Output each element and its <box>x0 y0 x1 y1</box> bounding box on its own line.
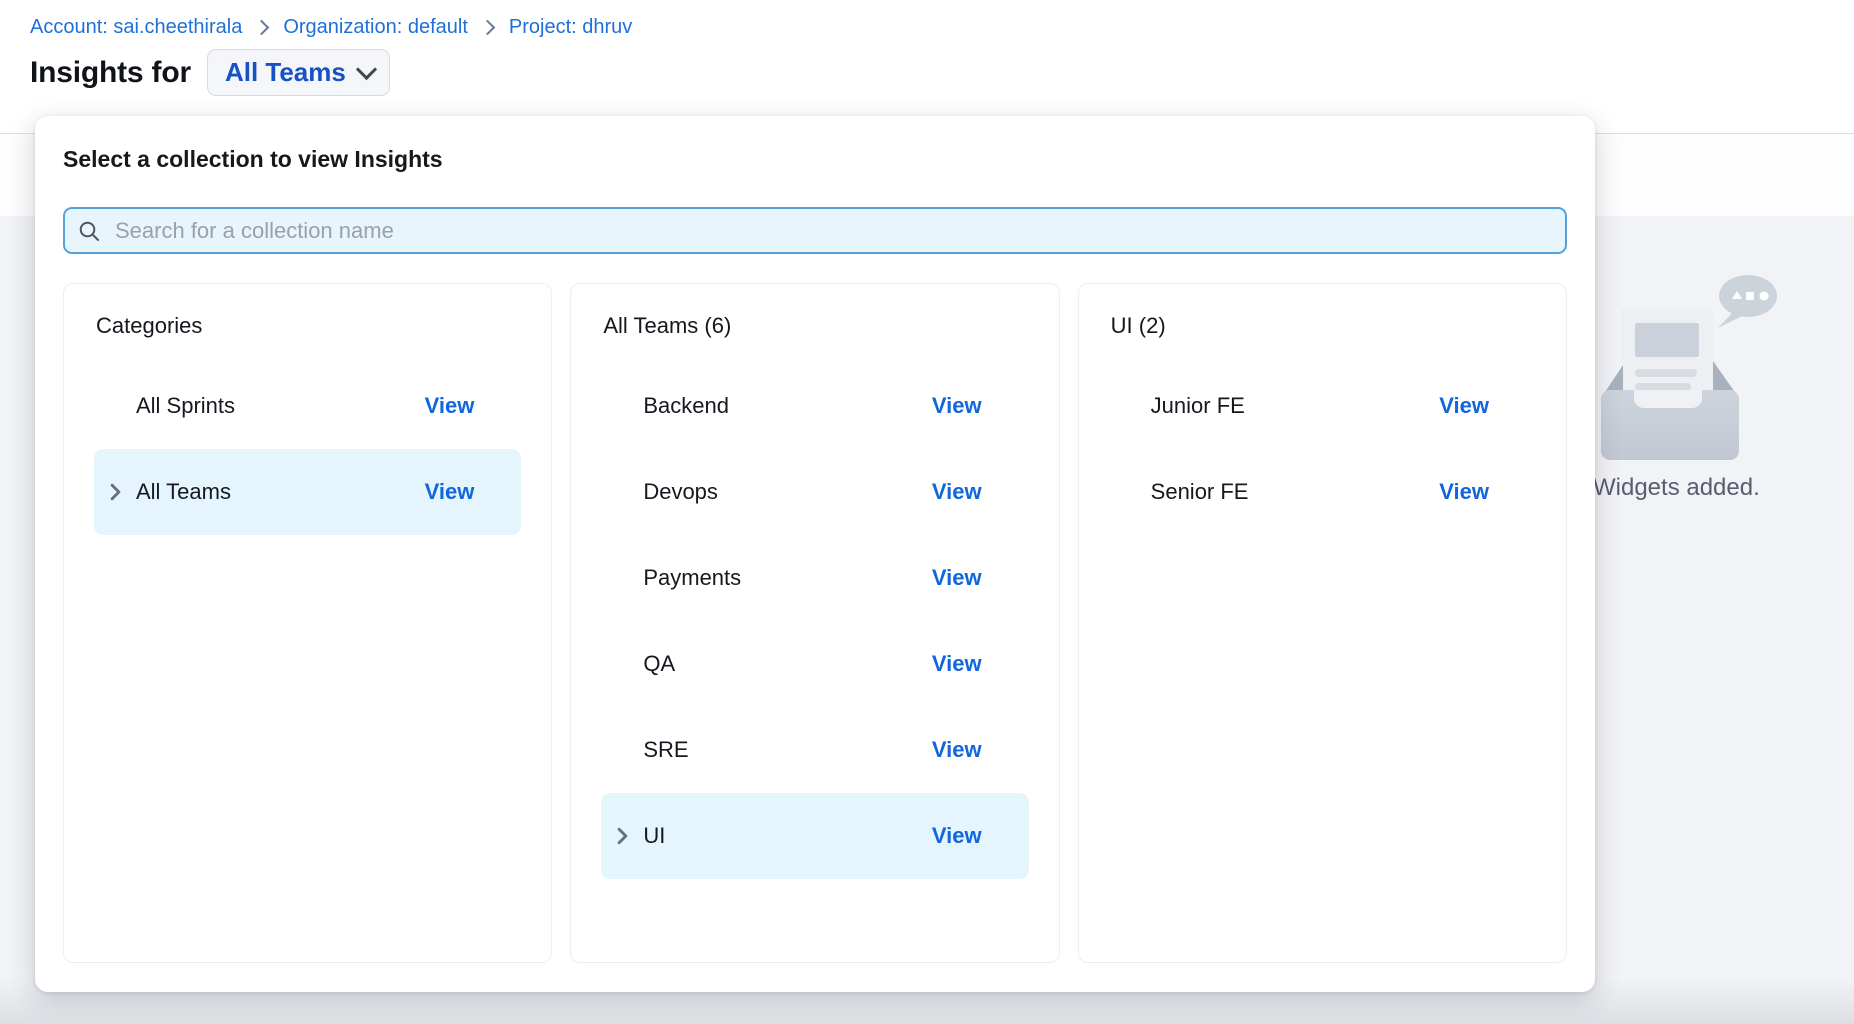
collection-row[interactable]: Devops View <box>601 449 1028 535</box>
search-input[interactable] <box>113 217 1553 245</box>
breadcrumb-item: Project: dhruv <box>468 16 632 39</box>
collection-name: QA <box>643 651 932 677</box>
view-link[interactable]: View <box>932 651 982 677</box>
collection-row[interactable]: Junior FE View <box>1109 363 1536 449</box>
breadcrumb-item: Organization: default <box>242 16 468 39</box>
view-link[interactable]: View <box>932 823 982 849</box>
collection-name: Backend <box>643 393 932 419</box>
view-link[interactable]: View <box>425 479 475 505</box>
collection-row[interactable]: All Sprints View <box>94 363 521 449</box>
view-link[interactable]: View <box>932 737 982 763</box>
collection-name: All Sprints <box>136 393 425 419</box>
chevron-right-icon <box>109 483 122 501</box>
page-title: Insights for <box>30 56 191 90</box>
collection-row[interactable]: QA View <box>601 621 1028 707</box>
collection-row[interactable]: Payments View <box>601 535 1028 621</box>
view-link[interactable]: View <box>1439 393 1489 419</box>
modal-title: Select a collection to view Insights <box>63 144 1567 174</box>
column-header: All Teams (6) <box>603 312 1028 339</box>
collection-row[interactable]: UI View <box>601 793 1028 879</box>
search-icon <box>77 219 101 243</box>
breadcrumb-link[interactable]: Account: sai.cheethirala <box>30 16 242 39</box>
collection-name: Senior FE <box>1151 479 1440 505</box>
chevron-down-icon <box>356 59 377 80</box>
collection-name: UI <box>643 823 932 849</box>
view-link[interactable]: View <box>1439 479 1489 505</box>
view-link[interactable]: View <box>425 393 475 419</box>
column-rows: Backend View Devops View Payments <box>601 363 1028 879</box>
collection-row[interactable]: Backend View <box>601 363 1028 449</box>
collection-column: UI (2) Junior FE View Senior FE Vie <box>1078 283 1567 963</box>
inbox-illustration-icon <box>1601 247 1791 467</box>
view-link[interactable]: View <box>932 479 982 505</box>
collection-selector-button[interactable]: All Teams <box>207 49 390 96</box>
chevron-right-icon <box>254 20 270 36</box>
breadcrumb-link[interactable]: Project: dhruv <box>509 16 632 39</box>
collection-column: Categories All Sprints View <box>63 283 552 963</box>
collection-name: SRE <box>643 737 932 763</box>
chevron-right-icon <box>616 827 629 845</box>
chevron-right-icon <box>480 20 496 36</box>
breadcrumb-link[interactable]: Organization: default <box>283 16 468 39</box>
collection-row[interactable]: SRE View <box>601 707 1028 793</box>
column-header: Categories <box>96 312 521 339</box>
column-rows: Junior FE View Senior FE View <box>1109 363 1536 535</box>
column-rows: All Sprints View All Teams View <box>94 363 521 535</box>
empty-state-illustration <box>1601 247 1791 472</box>
column-header: UI (2) <box>1111 312 1536 339</box>
collection-search <box>63 207 1567 254</box>
insights-header: Insights for All Teams <box>30 49 390 96</box>
empty-state-text: Widgets added. <box>1593 474 1760 502</box>
collection-name: All Teams <box>136 479 425 505</box>
collection-column: All Teams (6) Backend View Devops V <box>570 283 1059 963</box>
collection-row[interactable]: All Teams View <box>94 449 521 535</box>
collection-name: Devops <box>643 479 932 505</box>
view-link[interactable]: View <box>932 565 982 591</box>
collection-selector-value: All Teams <box>225 57 346 88</box>
breadcrumb: Account: sai.cheethirala Organization: d… <box>30 16 632 39</box>
collection-name: Payments <box>643 565 932 591</box>
collection-row[interactable]: Senior FE View <box>1109 449 1536 535</box>
view-link[interactable]: View <box>932 393 982 419</box>
breadcrumb-item: Account: sai.cheethirala <box>30 16 242 39</box>
collection-columns: Categories All Sprints View <box>63 283 1567 963</box>
collection-picker-modal: Select a collection to view Insights Cat… <box>35 116 1595 992</box>
collection-name: Junior FE <box>1151 393 1440 419</box>
